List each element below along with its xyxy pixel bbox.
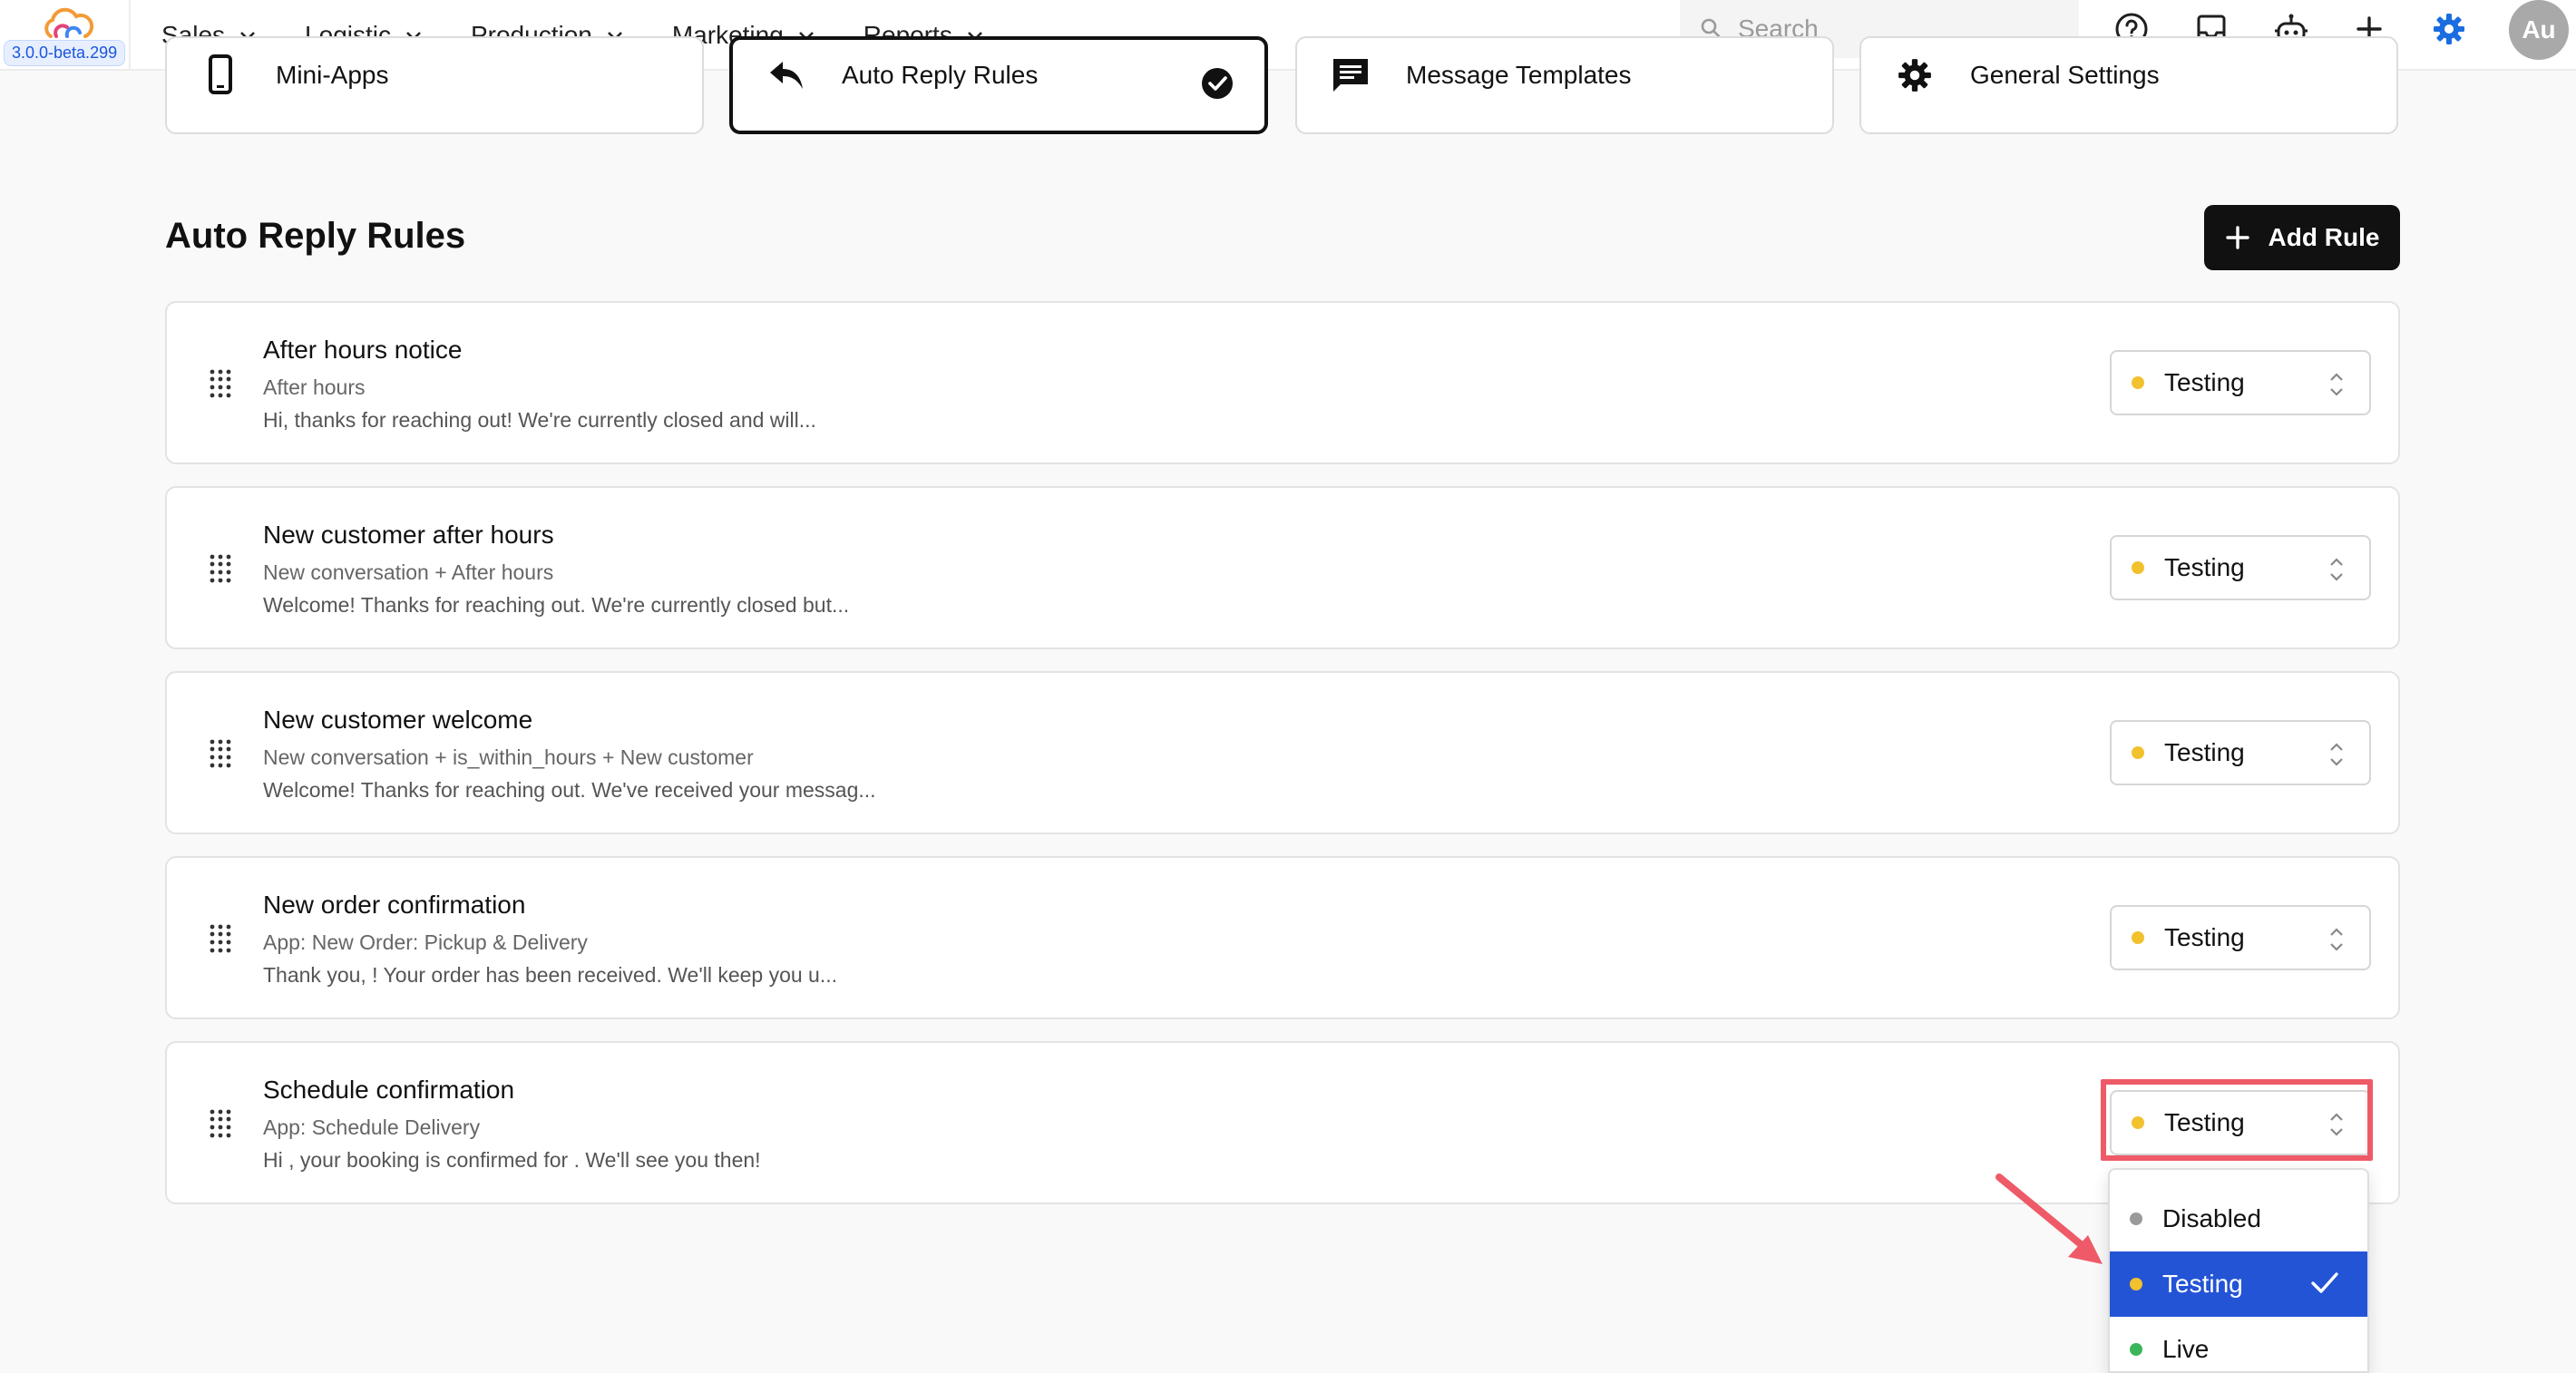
status-value: Testing	[2164, 553, 2245, 581]
chevron-up-down-icon	[2330, 743, 2343, 766]
tab-label: Mini-Apps	[276, 61, 389, 89]
status-select[interactable]: Testing	[2110, 1090, 2371, 1155]
status-dot	[2130, 1212, 2142, 1225]
gear-icon	[1896, 56, 1934, 94]
tab-mini-apps[interactable]: Mini-Apps	[165, 36, 704, 134]
chevron-up-down-icon	[2330, 558, 2343, 581]
status-value: Testing	[2164, 1108, 2245, 1136]
page-title: Auto Reply Rules	[165, 216, 466, 256]
rule-row[interactable]: New order confirmation App: New Order: P…	[165, 856, 2400, 1019]
drag-handle-icon[interactable]	[209, 923, 232, 954]
rule-preview: Hi , your booking is confirmed for . We'…	[263, 1148, 761, 1172]
rule-row[interactable]: New customer welcome New conversation + …	[165, 671, 2400, 834]
rule-title: New customer after hours	[263, 521, 554, 549]
option-live[interactable]: Live	[2110, 1317, 2367, 1371]
status-dot	[2130, 1343, 2142, 1356]
tab-auto-reply-rules[interactable]: Auto Reply Rules	[729, 36, 1268, 134]
status-dot	[2132, 376, 2144, 389]
phone-icon	[201, 54, 239, 94]
status-dot	[2130, 1278, 2142, 1290]
add-rule-label: Add Rule	[2268, 223, 2380, 251]
rule-trigger: App: Schedule Delivery	[263, 1115, 481, 1139]
tab-label: General Settings	[1970, 61, 2160, 89]
option-disabled[interactable]: Disabled	[2110, 1186, 2367, 1251]
status-select[interactable]: Testing	[2110, 720, 2371, 785]
status-dropdown-menu: Disabled Testing Live	[2108, 1168, 2369, 1373]
option-testing[interactable]: Testing	[2110, 1251, 2367, 1317]
status-select[interactable]: Testing	[2110, 535, 2371, 600]
status-select[interactable]: Testing	[2110, 905, 2371, 970]
drag-handle-icon[interactable]	[209, 368, 232, 399]
rule-preview: Welcome! Thanks for reaching out. We've …	[263, 778, 876, 802]
drag-handle-icon[interactable]	[209, 738, 232, 769]
checkmark-icon	[2311, 1272, 2338, 1293]
rule-row[interactable]: New customer after hours New conversatio…	[165, 486, 2400, 649]
rule-row[interactable]: Schedule confirmation App: Schedule Deli…	[165, 1041, 2400, 1204]
chevron-up-down-icon	[2330, 928, 2343, 951]
tab-label: Message Templates	[1406, 61, 1632, 89]
check-circle-icon	[1201, 67, 1234, 104]
status-value: Testing	[2164, 368, 2245, 396]
rule-trigger: New conversation + After hours	[263, 560, 554, 584]
status-dot	[2132, 931, 2144, 944]
version-badge: 3.0.0-beta.299	[4, 40, 126, 66]
rule-title: New order confirmation	[263, 891, 526, 919]
status-dot	[2132, 746, 2144, 759]
rule-title: New customer welcome	[263, 706, 533, 734]
rule-preview: Thank you, ! Your order has been receive…	[263, 963, 838, 987]
rule-title: Schedule confirmation	[263, 1076, 515, 1104]
rule-title: After hours notice	[263, 336, 463, 364]
rule-trigger: App: New Order: Pickup & Delivery	[263, 930, 588, 954]
plus-icon	[2225, 226, 2249, 249]
drag-handle-icon[interactable]	[209, 553, 232, 584]
drag-handle-icon[interactable]	[209, 1108, 232, 1139]
option-label: Live	[2162, 1335, 2210, 1363]
reply-icon	[767, 56, 805, 94]
status-value: Testing	[2164, 923, 2245, 951]
gear-icon	[2434, 14, 2464, 44]
cloud-logo-icon	[44, 7, 94, 38]
rule-preview: Welcome! Thanks for reaching out. We're …	[263, 593, 850, 617]
tab-general-settings[interactable]: General Settings	[1859, 36, 2398, 134]
rule-row[interactable]: After hours notice After hours Hi, thank…	[165, 301, 2400, 464]
option-label: Testing	[2162, 1270, 2243, 1298]
status-dot	[2132, 561, 2144, 574]
tab-label: Auto Reply Rules	[842, 61, 1039, 89]
avatar-initials: Au	[2522, 15, 2556, 44]
rule-preview: Hi, thanks for reaching out! We're curre…	[263, 408, 816, 432]
chevron-up-down-icon	[2330, 373, 2343, 396]
user-avatar[interactable]: Au	[2509, 0, 2569, 60]
rule-trigger: New conversation + is_within_hours + New…	[263, 745, 754, 769]
status-dot	[2132, 1116, 2144, 1129]
rule-trigger: After hours	[263, 375, 366, 399]
app-logo[interactable]: 3.0.0-beta.299	[0, 0, 131, 71]
status-value: Testing	[2164, 738, 2245, 766]
add-rule-button[interactable]: Add Rule	[2204, 205, 2400, 270]
message-icon	[1332, 56, 1370, 94]
settings-button[interactable]	[2429, 9, 2469, 49]
status-select[interactable]: Testing	[2110, 350, 2371, 415]
chevron-up-down-icon	[2330, 1113, 2343, 1136]
tab-message-templates[interactable]: Message Templates	[1295, 36, 1834, 134]
option-label: Disabled	[2162, 1204, 2261, 1232]
